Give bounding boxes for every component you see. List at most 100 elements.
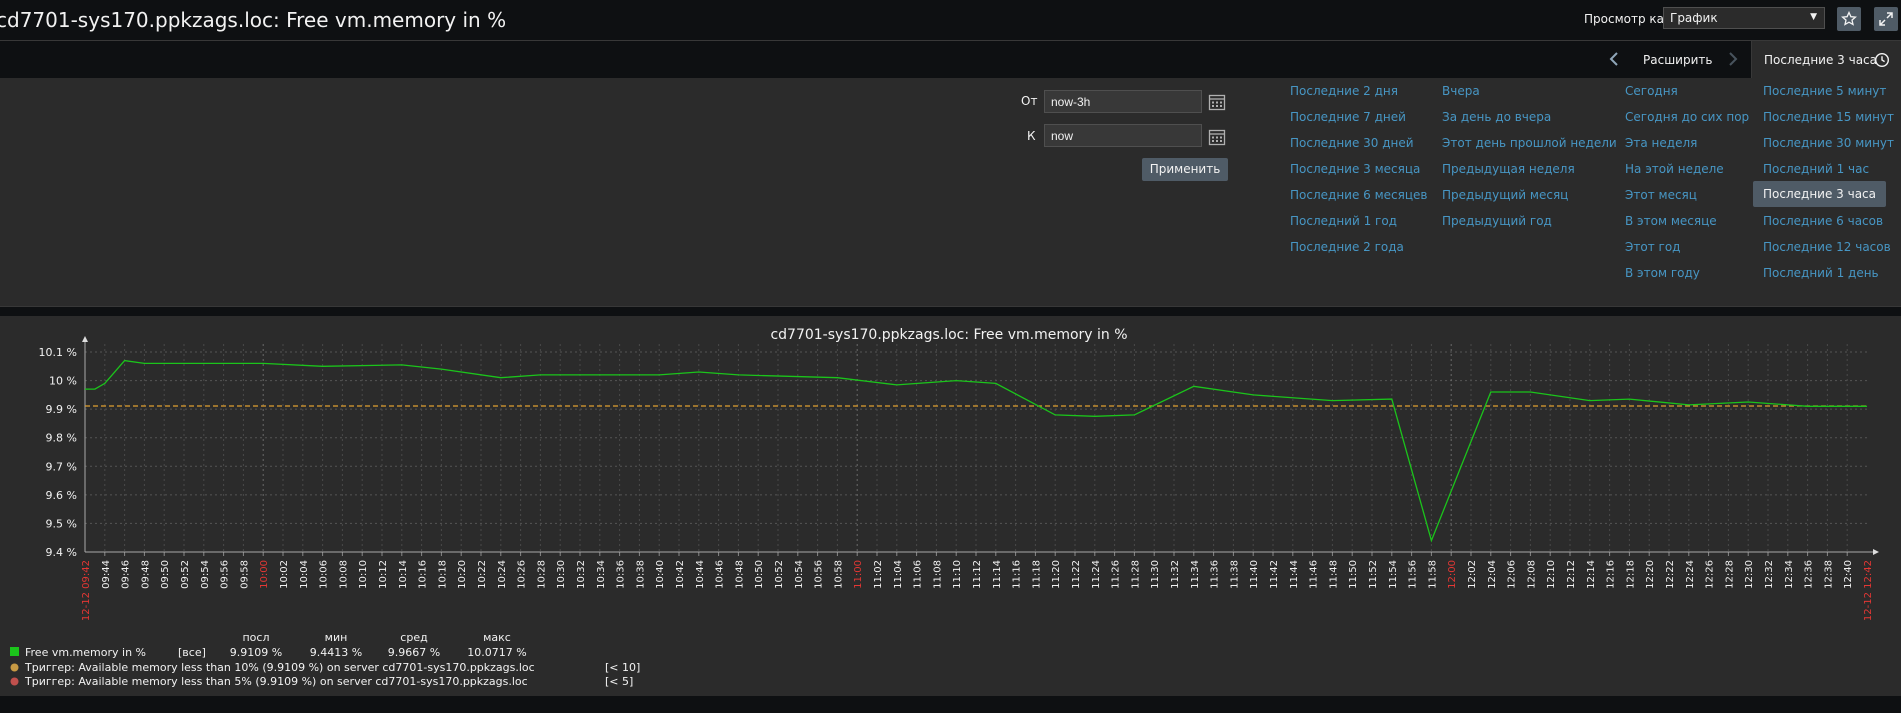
x-tick-label: 11:42 xyxy=(1269,560,1280,589)
x-tick-label: 11:46 xyxy=(1309,560,1320,589)
quick-range-link[interactable]: Сегодня до сих пор xyxy=(1625,110,1749,124)
y-axis-arrow xyxy=(82,336,88,342)
x-tick-label: 10:52 xyxy=(774,560,785,589)
trigger-text: Триггер: Available memory less than 5% (… xyxy=(24,675,528,688)
quick-range-link[interactable]: Предыдущий год xyxy=(1442,214,1552,228)
legend-header: посл xyxy=(242,631,269,644)
quick-range-link[interactable]: Последние 15 минут xyxy=(1763,110,1894,124)
x-tick-label: 09:46 xyxy=(121,560,132,589)
quick-range-link[interactable]: Этот день прошлой недели xyxy=(1442,136,1617,150)
favorite-button[interactable] xyxy=(1837,7,1861,31)
x-tick-label: 12:16 xyxy=(1606,560,1617,589)
tab-time-period[interactable]: Последние 3 часа xyxy=(1751,41,1901,78)
expand-button[interactable]: Расширить xyxy=(1643,53,1712,67)
quick-range-link[interactable]: На этой неделе xyxy=(1625,162,1724,176)
calendar-icon[interactable] xyxy=(1208,93,1226,111)
trigger-condition: [< 10] xyxy=(605,661,640,674)
x-tick-label: 11:02 xyxy=(873,560,884,589)
quick-range-link[interactable]: Последний 1 год xyxy=(1290,214,1397,228)
x-tick-label: 10:46 xyxy=(715,560,726,589)
quick-range-link[interactable]: Эта неделя xyxy=(1625,136,1697,150)
x-tick-label: 10:02 xyxy=(279,560,290,589)
x-tick-label: 11:22 xyxy=(1071,560,1082,589)
quick-range-link[interactable]: Этот год xyxy=(1625,240,1680,254)
x-tick-label: 10:20 xyxy=(457,560,468,589)
quick-range-link[interactable]: Последние 30 минут xyxy=(1763,136,1894,150)
quick-range-link[interactable]: Сегодня xyxy=(1625,84,1678,98)
x-tick-label: 10:18 xyxy=(437,560,448,589)
x-tick-label: 11:26 xyxy=(1111,560,1122,589)
quick-range-link[interactable]: Последние 5 минут xyxy=(1763,84,1886,98)
chevron-right-icon[interactable] xyxy=(1725,50,1741,68)
x-tick-label: 10:06 xyxy=(319,560,330,589)
x-tick-label: 11:14 xyxy=(992,560,1003,589)
quick-range-link[interactable]: В этом месяце xyxy=(1625,214,1717,228)
x-tick-label: 12:08 xyxy=(1526,560,1537,589)
view-as-select[interactable]: График ▼ xyxy=(1663,7,1825,29)
fullscreen-icon xyxy=(1879,12,1893,26)
quick-range-link[interactable]: Последние 3 часа xyxy=(1753,181,1886,207)
x-tick-label: 10:22 xyxy=(477,560,488,589)
x-tick-label: 12:06 xyxy=(1507,560,1518,589)
from-label: От xyxy=(1021,94,1038,108)
y-tick-label: 9.6 % xyxy=(46,489,77,502)
quick-range-link[interactable]: Вчера xyxy=(1442,84,1480,98)
x-tick-label: 11:48 xyxy=(1328,560,1339,589)
tab-time-period-label: Последние 3 часа xyxy=(1764,53,1877,67)
quick-range-link[interactable]: Предыдущий месяц xyxy=(1442,188,1568,202)
x-tick-label: 11:40 xyxy=(1249,560,1260,589)
to-input[interactable] xyxy=(1044,124,1202,147)
x-tick-label: 11:00 xyxy=(853,560,864,589)
legend-min: 9.4413 % xyxy=(310,646,362,659)
y-tick-label: 9.4 % xyxy=(46,546,77,559)
x-tick-label: 10:14 xyxy=(398,560,409,589)
quick-range-link[interactable]: Последние 6 месяцев xyxy=(1290,188,1427,202)
quick-range-link[interactable]: Последние 2 дня xyxy=(1290,84,1398,98)
x-tick-label: 10:44 xyxy=(695,560,706,589)
x-tick-label: 10:26 xyxy=(517,560,528,589)
footer-strip xyxy=(0,696,1901,713)
x-tick-label: 12:22 xyxy=(1665,560,1676,589)
x-tick-label: 10:56 xyxy=(814,560,825,589)
x-tick-label: 12:10 xyxy=(1546,560,1557,589)
x-tick-label: 12:02 xyxy=(1467,560,1478,589)
x-tick-label: 11:04 xyxy=(893,560,904,589)
x-tick-label: 10:34 xyxy=(596,560,607,589)
quick-range-link[interactable]: Последние 12 часов xyxy=(1763,240,1891,254)
x-tick-label: 11:12 xyxy=(972,560,983,589)
x-tick-label: 11:38 xyxy=(1229,560,1240,589)
x-tick-label: 12:32 xyxy=(1764,560,1775,589)
chevron-down-icon: ▼ xyxy=(1810,12,1817,22)
quick-range-link[interactable]: Последний 1 час xyxy=(1763,162,1869,176)
x-end-label: 12-12 12:42 xyxy=(1863,560,1874,621)
quick-range-link[interactable]: За день до вчера xyxy=(1442,110,1551,124)
quick-range-link[interactable]: В этом году xyxy=(1625,266,1700,280)
quick-range-link[interactable]: Последние 3 месяца xyxy=(1290,162,1420,176)
x-tick-label: 11:16 xyxy=(1012,560,1023,589)
fullscreen-button[interactable] xyxy=(1874,7,1898,31)
apply-button[interactable]: Применить xyxy=(1142,158,1228,181)
time-tab-bar: Расширить Последние 3 часа xyxy=(0,41,1901,78)
quick-range-link[interactable]: Последний 1 день xyxy=(1763,266,1879,280)
legend-agg: [все] xyxy=(178,646,206,659)
from-input[interactable] xyxy=(1044,90,1202,113)
quick-range-link[interactable]: Последние 6 часов xyxy=(1763,214,1883,228)
x-tick-label: 10:58 xyxy=(833,560,844,589)
quick-range-link[interactable]: Последние 2 года xyxy=(1290,240,1404,254)
x-tick-label: 10:54 xyxy=(794,560,805,589)
trigger-dot xyxy=(10,677,19,686)
x-tick-label: 11:30 xyxy=(1150,560,1161,589)
x-tick-label: 12:38 xyxy=(1823,560,1834,589)
x-tick-label: 10:24 xyxy=(497,560,508,589)
quick-range-link[interactable]: Последние 7 дней xyxy=(1290,110,1406,124)
x-tick-label: 10:40 xyxy=(655,560,666,589)
x-tick-label: 12:24 xyxy=(1685,560,1696,589)
x-tick-label: 09:44 xyxy=(101,560,112,589)
chevron-left-icon[interactable] xyxy=(1606,50,1622,68)
quick-range-link[interactable]: Этот месяц xyxy=(1625,188,1697,202)
quick-range-link[interactable]: Предыдущая неделя xyxy=(1442,162,1575,176)
quick-range-link[interactable]: Последние 30 дней xyxy=(1290,136,1414,150)
calendar-icon[interactable] xyxy=(1208,128,1226,146)
x-tick-label: 10:00 xyxy=(259,560,270,589)
clock-icon xyxy=(1874,52,1890,68)
